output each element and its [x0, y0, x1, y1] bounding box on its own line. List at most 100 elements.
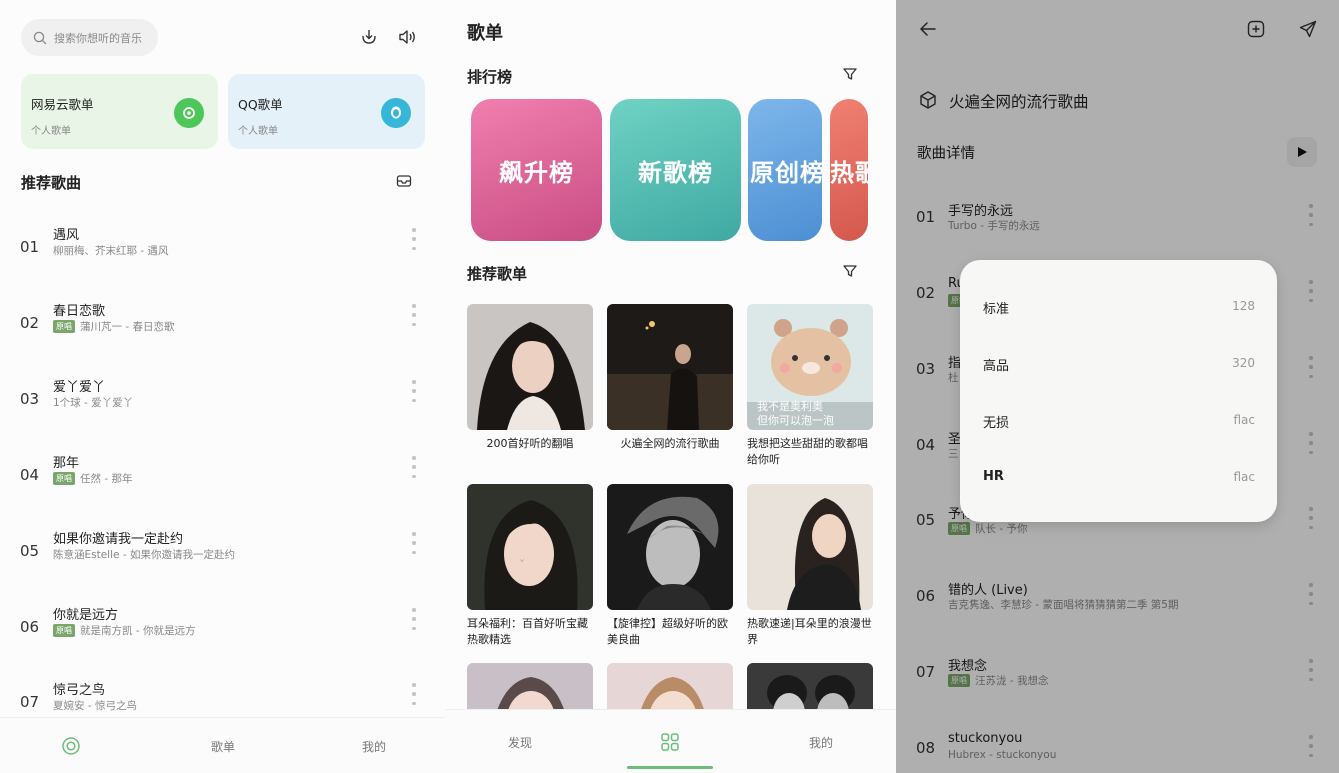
song-artist: 原唱 就是南方凯 - 你就是远方 [53, 623, 195, 638]
nav-mine[interactable]: 我的 [343, 718, 405, 773]
original-badge: 原唱 [53, 320, 75, 333]
search-placeholder: 搜索你想听的音乐 [54, 31, 142, 45]
playlist-caption: 【旋律控】超级好听的欧美良曲 [607, 617, 728, 646]
song-number: 01 [20, 238, 40, 256]
song-artist-text: 夏婉安 - 惊弓之鸟 [53, 700, 137, 712]
nav-playlists[interactable] [640, 710, 700, 773]
song-row[interactable]: 04 那年 原唱 任然 - 那年 [0, 452, 445, 528]
page-title: 歌单 [467, 23, 503, 44]
playlist-card[interactable]: 我不是奥利奥 但你可以泡一泡 我想把这些甜甜的歌都唱给你听 [747, 304, 873, 468]
playlist-cover: 我不是奥利奥 但你可以泡一泡 [747, 304, 873, 430]
quality-option-standard[interactable]: 标准 128 [960, 278, 1277, 335]
playlist-cover [747, 484, 873, 610]
more-options-icon[interactable] [412, 380, 416, 402]
qq-logo-icon [381, 98, 411, 128]
song-title: 惊弓之鸟 [53, 683, 106, 698]
quality-option-hr[interactable]: HR flac [960, 449, 1277, 506]
song-number: 05 [20, 542, 40, 560]
playlist-card[interactable]: 火遍全网的流行歌曲 [607, 304, 733, 452]
qq-playlist-card[interactable]: QQ歌单 个人歌单 [228, 74, 425, 149]
nav-playlists[interactable]: 歌单 [192, 718, 254, 773]
bottom-nav: 歌单 我的 [0, 717, 445, 773]
quality-option-lossless[interactable]: 无损 flac [960, 392, 1277, 449]
song-artist-text: 就是南方凯 - 你就是远方 [80, 625, 196, 637]
search-input[interactable]: 搜索你想听的音乐 [21, 19, 158, 56]
more-options-icon[interactable] [412, 608, 416, 630]
song-row[interactable]: 03 爱丫爱丫 1个球 - 爱丫爱丫 [0, 376, 445, 452]
quality-label: 无损 [983, 416, 1010, 431]
filter-icon[interactable] [842, 263, 858, 279]
song-number: 06 [20, 618, 40, 636]
playlist-caption: 我想把这些甜甜的歌都唱给你听 [747, 437, 868, 466]
playlist-caption: 耳朵福利：百首好听宝藏热歌精选 [467, 617, 588, 646]
playlist-cover [607, 304, 733, 430]
song-artist: 夏婉安 - 惊弓之鸟 [53, 698, 137, 713]
song-title: 遇风 [53, 228, 80, 243]
more-options-icon[interactable] [412, 683, 416, 705]
chart-new-songs[interactable]: 新歌榜 [610, 99, 741, 241]
playlists-panel: 歌单 排行榜 飙升榜 新歌榜 原创榜 热歌 推荐歌单 200首好听的翻唱 火遍全… [445, 0, 896, 773]
nav-discover[interactable] [40, 718, 102, 773]
song-row[interactable]: 02 春日恋歌 原唱 蒲川芃一 - 春日恋歌 [0, 300, 445, 376]
playlist-card[interactable]: 【旋律控】超级好听的欧美良曲 [607, 484, 733, 648]
quality-value: flac [1233, 470, 1255, 484]
playlist-card[interactable]: 热歌速递|耳朵里的浪漫世界 [747, 484, 873, 648]
quality-label: HR [983, 469, 1004, 484]
download-icon[interactable] [358, 26, 380, 48]
recommended-songs-title: 推荐歌曲 [21, 174, 82, 192]
song-number: 07 [20, 693, 40, 711]
chart-hot[interactable]: 热歌 [830, 99, 868, 241]
netease-playlist-card[interactable]: 网易云歌单 个人歌单 [21, 74, 218, 149]
grid-icon [660, 732, 680, 752]
discover-icon [61, 736, 81, 756]
chart-soaring[interactable]: 飙升榜 [471, 99, 602, 241]
inbox-icon[interactable] [395, 172, 413, 190]
song-title: 你就是远方 [53, 608, 119, 623]
recommended-playlists-title: 推荐歌单 [467, 265, 528, 283]
song-number: 04 [20, 466, 40, 484]
song-number: 03 [20, 390, 40, 408]
cover-overlay-text: 我不是奥利奥 但你可以泡一泡 [757, 400, 834, 427]
nav-discover[interactable]: 发现 [490, 710, 550, 773]
song-artist-text: 柳丽梅、芥末红耶 - 遇风 [53, 245, 169, 257]
playlist-cover [467, 484, 593, 610]
playlist-detail-panel: 火遍全网的流行歌曲 歌曲详情 01 手写的永远 Turbo - 手写的永远 02 Ru 原… [896, 0, 1339, 773]
quality-dialog: 标准 128 高品 320 无损 flac HR flac [960, 260, 1277, 522]
song-artist-text: 蒲川芃一 - 春日恋歌 [80, 321, 175, 333]
song-number: 02 [20, 314, 40, 332]
charts-title: 排行榜 [467, 68, 513, 86]
song-title: 爱丫爱丫 [53, 380, 106, 395]
song-artist: 原唱 任然 - 那年 [53, 471, 132, 486]
song-artist: 1个球 - 爱丫爱丫 [53, 395, 133, 410]
more-options-icon[interactable] [412, 456, 416, 478]
playlist-caption: 200首好听的翻唱 [486, 437, 574, 450]
playlist-card[interactable]: 耳朵福利：百首好听宝藏热歌精选 [467, 484, 593, 648]
home-panel: 搜索你想听的音乐 网易云歌单 个人歌单 QQ歌单 个人歌单 推荐歌曲 01 遇风柳… [0, 0, 445, 773]
filter-icon[interactable] [842, 66, 858, 82]
playlist-card[interactable]: 200首好听的翻唱 [467, 304, 593, 452]
playlist-caption: 热歌速递|耳朵里的浪漫世界 [747, 617, 872, 646]
song-title: 那年 [53, 456, 80, 471]
chart-label: 原创榜 [750, 158, 822, 187]
song-row[interactable]: 05 如果你邀请我一定赴约 陈意涵Estelle - 如果你邀请我一定赴约 [0, 528, 445, 604]
song-artist: 原唱 蒲川芃一 - 春日恋歌 [53, 319, 174, 334]
more-options-icon[interactable] [412, 228, 416, 250]
chart-original[interactable]: 原创榜 [748, 99, 822, 241]
song-artist: 陈意涵Estelle - 如果你邀请我一定赴约 [53, 547, 235, 562]
nav-mine[interactable]: 我的 [791, 710, 851, 773]
more-options-icon[interactable] [412, 304, 416, 326]
song-row[interactable]: 01 遇风柳丽梅、芥末红耶 - 遇风 [0, 224, 445, 300]
active-tab-indicator [627, 766, 713, 769]
song-row[interactable]: 06 你就是远方 原唱 就是南方凯 - 你就是远方 [0, 604, 445, 680]
quality-option-high[interactable]: 高品 320 [960, 335, 1277, 392]
original-badge: 原唱 [53, 472, 75, 485]
playlist-caption: 火遍全网的流行歌曲 [620, 437, 720, 450]
search-icon [33, 31, 47, 45]
song-title: 春日恋歌 [53, 304, 106, 319]
chart-label: 新歌榜 [638, 158, 713, 187]
quality-value: 128 [1232, 299, 1255, 313]
quality-label: 标准 [983, 302, 1010, 317]
song-artist-text: 1个球 - 爱丫爱丫 [53, 397, 134, 409]
speaker-icon[interactable] [396, 26, 418, 48]
more-options-icon[interactable] [412, 532, 416, 554]
